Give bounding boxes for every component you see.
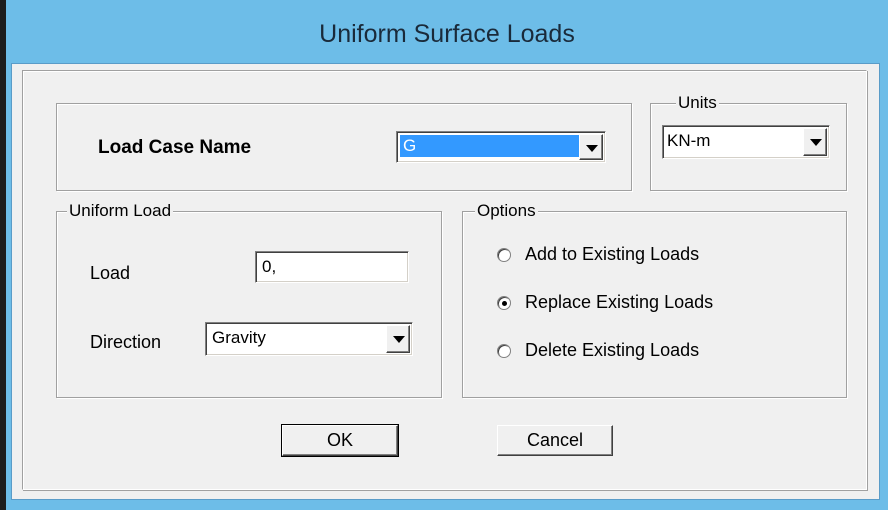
uniform-load-legend: Uniform Load: [67, 201, 174, 221]
window-edge: [0, 0, 6, 510]
options-legend: Options: [475, 201, 538, 221]
units-dropdown-button[interactable]: [803, 128, 827, 156]
radio-delete-existing[interactable]: [497, 344, 511, 358]
units-dropdown[interactable]: KN-m: [662, 125, 830, 159]
option-replace-label[interactable]: Replace Existing Loads: [525, 291, 713, 313]
direction-dropdown-button[interactable]: [386, 325, 410, 353]
chevron-down-icon: [586, 145, 598, 152]
units-legend: Units: [676, 93, 719, 113]
dialog-window: Uniform Surface Loads Load Case Name G U…: [0, 0, 888, 510]
dialog-title: Uniform Surface Loads: [319, 20, 575, 48]
radio-selected-dot: [502, 301, 507, 306]
title-bar[interactable]: Uniform Surface Loads: [6, 0, 888, 63]
option-add-label[interactable]: Add to Existing Loads: [525, 243, 699, 265]
chevron-down-icon: [810, 139, 822, 146]
direction-dropdown[interactable]: Gravity: [205, 322, 413, 356]
ok-button[interactable]: OK: [281, 424, 399, 457]
load-case-dropdown[interactable]: G: [396, 131, 606, 163]
radio-replace-existing[interactable]: [497, 296, 511, 310]
load-case-dropdown-button[interactable]: [579, 134, 603, 160]
load-input[interactable]: 0,: [255, 251, 409, 283]
direction-label: Direction: [90, 332, 162, 352]
load-label: Load: [90, 263, 131, 283]
units-value: KN-m: [667, 131, 711, 150]
load-input-value: 0,: [262, 257, 277, 276]
direction-value: Gravity: [212, 328, 266, 347]
uniform-load-group: [56, 211, 442, 398]
radio-add-existing[interactable]: [497, 248, 511, 262]
chevron-down-icon: [393, 336, 405, 343]
cancel-button[interactable]: Cancel: [497, 425, 613, 456]
load-case-value: G: [400, 135, 580, 157]
load-case-label: Load Case Name: [98, 137, 252, 158]
option-delete-label[interactable]: Delete Existing Loads: [525, 339, 699, 361]
